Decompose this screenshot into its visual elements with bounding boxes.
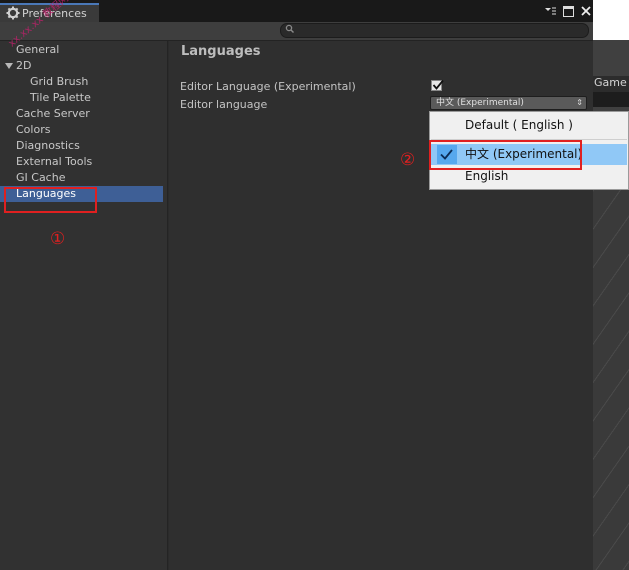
sidebar-item-gi-cache[interactable]: GI Cache <box>0 170 163 186</box>
sidebar-item-grid-brush[interactable]: Grid Brush <box>0 74 163 90</box>
search-icon <box>285 24 294 33</box>
gear-icon <box>6 6 20 20</box>
annotation-box-2 <box>429 140 582 170</box>
scene-view <box>593 190 629 570</box>
sidebar-item-tile-palette[interactable]: Tile Palette <box>0 90 163 106</box>
annotation-marker-1: ① <box>50 229 66 249</box>
sidebar-item-2d[interactable]: 2D <box>0 58 163 74</box>
editor-language-dropdown[interactable]: 中文 (Experimental) ⇕ <box>430 96 587 110</box>
sidebar-item-colors[interactable]: Colors <box>0 122 163 138</box>
sidebar-item-external-tools[interactable]: External Tools <box>0 154 163 170</box>
menu-icon[interactable] <box>543 4 557 18</box>
game-tab-label: Game <box>594 76 627 89</box>
sidebar-item-general[interactable]: General <box>0 42 163 58</box>
maximize-icon[interactable] <box>561 4 575 18</box>
window-controls <box>543 1 593 21</box>
sidebar-item-cache-server[interactable]: Cache Server <box>0 106 163 122</box>
editor-language-experimental-checkbox[interactable] <box>431 79 444 91</box>
annotation-box-1 <box>4 187 97 213</box>
menu-item-default-english[interactable]: Default ( English ) <box>431 115 627 136</box>
checkmark-icon <box>432 79 444 90</box>
close-icon[interactable] <box>579 4 593 18</box>
preferences-sidebar: General 2D Grid Brush Tile Palette Cache… <box>0 41 168 570</box>
dropdown-value: 中文 (Experimental) <box>436 98 524 108</box>
search-input[interactable] <box>280 23 589 38</box>
page-title: Languages <box>181 44 261 59</box>
dropdown-arrows-icon: ⇕ <box>576 98 583 107</box>
game-toolbar <box>593 92 629 107</box>
editor-language-experimental-label: Editor Language (Experimental) <box>180 80 356 93</box>
expand-arrow-icon[interactable] <box>5 63 13 69</box>
background-window-area <box>593 0 629 40</box>
annotation-marker-2: ② <box>400 150 416 170</box>
editor-language-label: Editor language <box>180 98 268 111</box>
game-tab[interactable]: Game <box>593 76 629 92</box>
sidebar-item-diagnostics[interactable]: Diagnostics <box>0 138 163 154</box>
